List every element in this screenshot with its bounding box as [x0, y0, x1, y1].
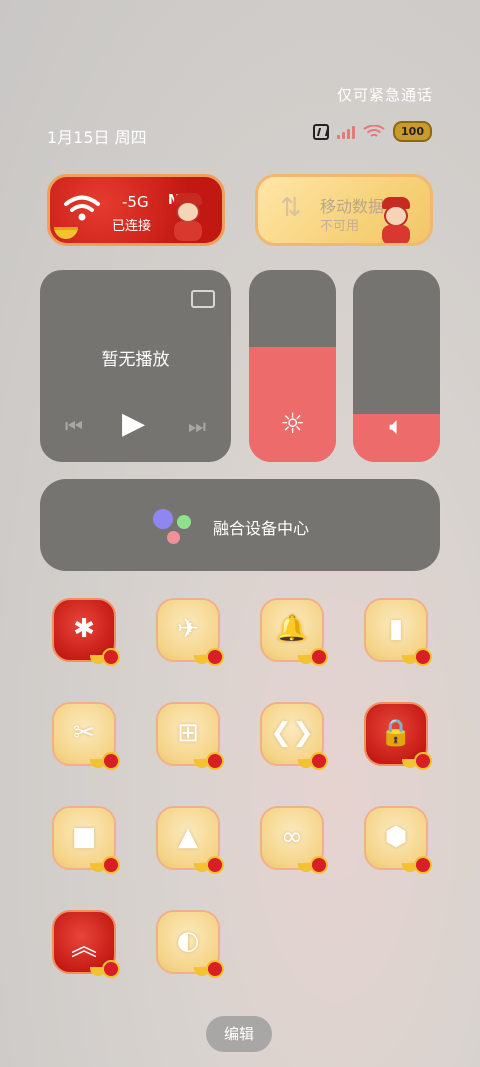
cast-icon[interactable]	[191, 290, 215, 308]
toggle-battery-saver[interactable]: ⊞	[156, 702, 224, 770]
toggle-settings[interactable]: ⬢	[364, 806, 432, 874]
brightness-slider[interactable]: ☼	[249, 270, 336, 462]
nfc-icon	[313, 123, 330, 140]
link-arrow-icon: ❮❯	[270, 718, 314, 748]
video-camera-icon: ■	[71, 822, 97, 852]
red-coin-decoration	[102, 960, 120, 978]
toggle-screenshot[interactable]: ✂	[52, 702, 120, 770]
toggle-sync[interactable]: ∞	[260, 806, 328, 874]
scissors-icon: ✂	[73, 718, 95, 748]
volume-slider[interactable]: 🔈︎	[353, 270, 440, 462]
toggle-bell[interactable]: 🔔	[260, 598, 328, 666]
mobile-data-status: 不可用	[320, 219, 360, 234]
status-icons: 100	[313, 121, 432, 142]
toggle-dnd-up[interactable]: ︽	[52, 910, 120, 978]
mascot-decoration	[376, 197, 416, 243]
rotation-lock-icon: 🔒	[379, 718, 413, 748]
battery-badge: 100	[393, 121, 432, 142]
toggle-screen-cast[interactable]: ▲	[156, 806, 224, 874]
red-coin-decoration	[414, 648, 432, 666]
sun-icon: ☼	[279, 407, 306, 440]
hexagon-gear-icon: ⬢	[384, 822, 408, 852]
toggle-contrast[interactable]: ◐	[156, 910, 224, 978]
airplane-icon: ✈	[177, 614, 199, 644]
chevron-up-double-icon: ︽	[70, 932, 97, 962]
wifi-toggle[interactable]: -5G MI 已连接	[47, 174, 225, 246]
play-icon[interactable]: ▶	[122, 406, 145, 441]
bluetooth-icon: ✱	[73, 614, 95, 644]
red-coin-decoration	[102, 752, 120, 770]
mobile-data-icon: ⇅	[280, 193, 302, 223]
red-coin-decoration	[310, 648, 328, 666]
red-coin-decoration	[206, 648, 224, 666]
toggle-screen-record[interactable]: ■	[52, 806, 120, 874]
flashlight-icon: ▮	[388, 614, 404, 644]
toggle-rotation-lock[interactable]: 🔒	[364, 702, 432, 770]
wifi-icon	[64, 195, 100, 221]
red-coin-decoration	[414, 752, 432, 770]
mobile-data-toggle[interactable]: ⇅ 移动数据 不可用	[255, 174, 433, 246]
battery-plus-icon: ⊞	[177, 718, 199, 748]
device-fusion-center[interactable]: 融合设备中心	[40, 479, 440, 571]
red-coin-decoration	[102, 856, 120, 874]
toggle-airplane[interactable]: ✈	[156, 598, 224, 666]
speaker-icon: 🔈︎	[389, 412, 404, 440]
fusion-dots-icon	[153, 509, 193, 544]
brightness-fill	[249, 346, 336, 462]
bell-icon: 🔔	[275, 614, 309, 644]
next-icon[interactable]: ⏭	[188, 414, 206, 438]
sync-icon: ∞	[281, 822, 303, 852]
wifi-status-icon	[363, 124, 385, 137]
wifi-status-label: 已连接	[112, 219, 152, 234]
emergency-call-status: 仅可紧急通话	[336, 86, 433, 104]
red-coin-decoration	[310, 856, 328, 874]
toggle-link[interactable]: ❮❯	[260, 702, 328, 770]
red-coin-decoration	[414, 856, 432, 874]
cast-screen-icon: ▲	[178, 822, 198, 852]
fusion-label: 融合设备中心	[213, 519, 310, 538]
mascot-decoration	[168, 193, 208, 241]
wifi-band: -5G	[122, 193, 149, 211]
toggle-flashlight[interactable]: ▮	[364, 598, 432, 666]
toggle-bluetooth[interactable]: ✱	[52, 598, 120, 666]
date-label: 1月15日 周四	[47, 128, 147, 147]
contrast-icon: ◐	[176, 926, 200, 956]
red-coin-decoration	[206, 752, 224, 770]
gold-ingot-decoration	[54, 227, 78, 239]
red-coin-decoration	[310, 752, 328, 770]
media-player-card[interactable]: 暂无播放 ⏮ ▶ ⏭	[40, 270, 231, 462]
mobile-data-label: 移动数据	[320, 197, 385, 216]
media-title: 暂无播放	[101, 350, 170, 370]
red-coin-decoration	[206, 960, 224, 978]
previous-icon[interactable]: ⏮	[65, 414, 83, 438]
red-coin-decoration	[102, 648, 120, 666]
red-coin-decoration	[206, 856, 224, 874]
edit-button[interactable]: 编辑	[206, 1016, 272, 1052]
signal-icon	[337, 125, 356, 139]
